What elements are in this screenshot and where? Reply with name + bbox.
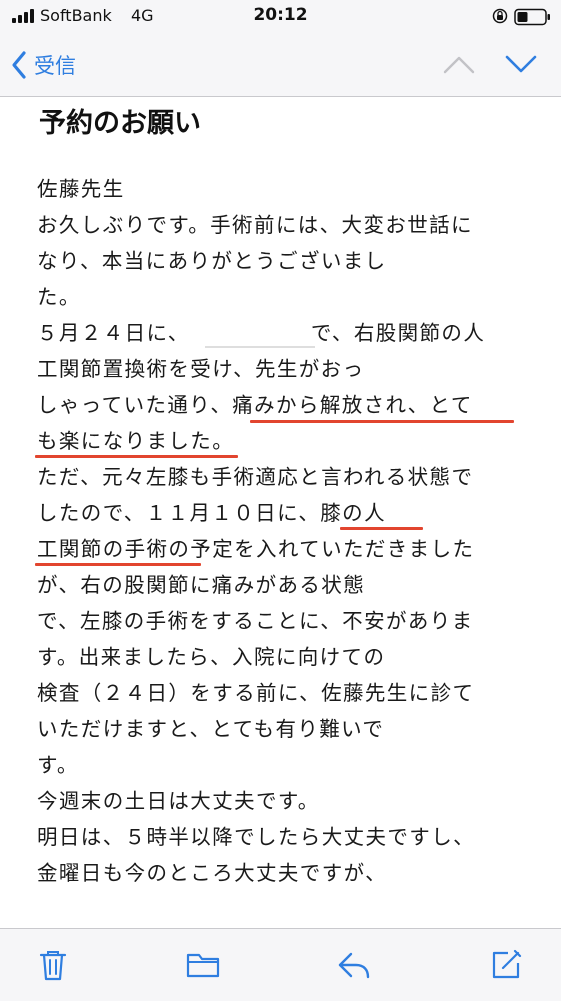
body-line: 佐藤先生	[37, 177, 125, 201]
compose-icon[interactable]	[488, 947, 524, 983]
highlight-underline	[250, 420, 514, 423]
highlight-underline	[35, 455, 238, 458]
body-line: 明日は、５時半以降でしたら大丈夫ですし、	[37, 825, 475, 849]
navigation-bar: 受信	[0, 34, 561, 97]
back-button[interactable]: 受信	[10, 48, 76, 82]
battery-icon	[514, 8, 550, 26]
trash-icon[interactable]	[35, 947, 71, 983]
message-subject: 予約のお願い	[39, 108, 201, 139]
body-line: 検査（２４日）をする前に、佐藤先生に診て	[37, 681, 475, 705]
redacted-area	[205, 346, 315, 348]
chevron-up-icon[interactable]	[442, 52, 476, 76]
body-line: す。	[37, 753, 79, 777]
body-line: が、右の股関節に痛みがある状態	[37, 573, 366, 597]
body-line: た。	[37, 285, 81, 309]
back-label: 受信	[34, 54, 76, 78]
body-line: で、左膝の手術をすることに、不安がありま	[37, 609, 474, 633]
body-line: す。出来ましたら、入院に向けての	[37, 645, 386, 669]
body-line: 金曜日も今のところ大丈夫ですが、	[37, 861, 387, 885]
body-line: しゃっていた通り、痛みから解放され、とて	[37, 393, 473, 417]
bottom-toolbar	[0, 928, 561, 1001]
body-line: なり、本当にありがとうございまし	[37, 249, 387, 273]
rotation-lock-icon	[492, 8, 508, 24]
message-body: 予約のお願い 佐藤先生 お久しぶりです。手術前には、大変お世話に なり、本当にあ…	[0, 97, 561, 927]
body-line: お久しぶりです。手術前には、大変お世話に	[37, 213, 473, 237]
body-line: も楽になりました。	[37, 429, 235, 453]
body-line: ただ、元々左膝も手術適応と言われる状態で	[37, 465, 474, 489]
chevron-left-icon	[12, 51, 26, 79]
body-line: 今週末の土日は大丈夫です。	[37, 789, 320, 813]
body-line: 工関節の手術の予定を入れていただきました	[37, 537, 475, 561]
reply-icon[interactable]	[336, 947, 372, 983]
clock: 20:12	[253, 5, 308, 25]
chevron-down-icon[interactable]	[504, 52, 538, 76]
folder-icon[interactable]	[185, 947, 221, 983]
body-line: ５月２４日に、 で、右股関節の人	[37, 321, 486, 345]
body-line: 工関節置換術を受け、先生がおっ	[37, 357, 365, 381]
body-line: いただけますと、とても有り難いで	[37, 717, 385, 741]
highlight-underline	[35, 563, 201, 566]
body-line: したので、１１月１０日に、膝の人	[37, 501, 386, 525]
highlight-underline	[340, 527, 423, 530]
status-bar: SoftBank 4G 20:12	[0, 0, 561, 34]
